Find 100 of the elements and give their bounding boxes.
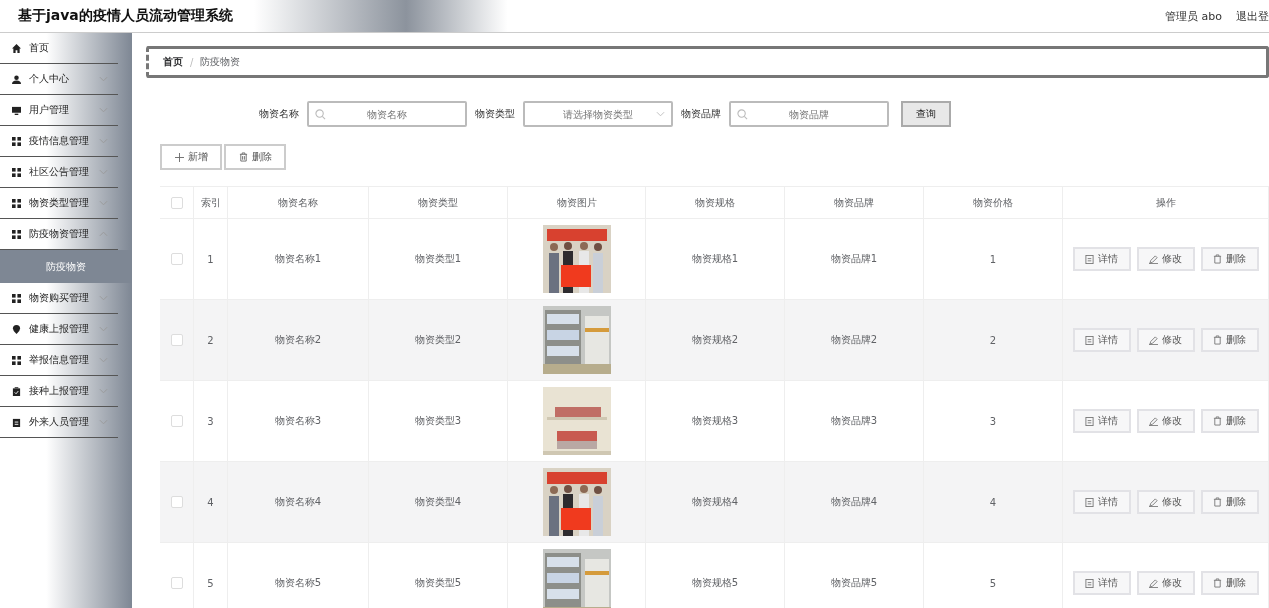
trash-icon	[1213, 578, 1222, 588]
pencil-icon	[1149, 254, 1158, 264]
menu-item[interactable]: 物资类型管理	[0, 188, 118, 219]
menu-item[interactable]: 接种上报管理	[0, 376, 118, 407]
table-cell: 物资规格5	[646, 543, 785, 608]
search-button[interactable]: 查询	[900, 101, 951, 127]
menu-item[interactable]: 首页	[0, 33, 118, 64]
row-checkbox[interactable]	[170, 496, 183, 508]
delete-button[interactable]: 删除	[1200, 490, 1259, 514]
table-cell: 4	[924, 462, 1063, 542]
menu-item[interactable]: 外来人员管理	[0, 407, 118, 438]
breadcrumb-item[interactable]: 首页	[163, 55, 183, 69]
table-cell: 物资品牌1	[785, 219, 924, 299]
table-cell: 物资类型4	[369, 462, 508, 542]
menu-label: 健康上报管理	[29, 322, 90, 336]
table-cell: 物资品牌3	[785, 381, 924, 461]
select-all-checkbox[interactable]	[170, 196, 183, 209]
delete-button[interactable]: 删除	[1200, 409, 1259, 433]
menu-label: 举报信息管理	[29, 353, 90, 367]
menu-item[interactable]: 物资购买管理	[0, 283, 118, 314]
home-icon	[12, 43, 21, 53]
menu-item[interactable]: 疫情信息管理	[0, 126, 118, 157]
search-field[interactable]: 物资品牌	[728, 101, 889, 127]
menu-item[interactable]: 举报信息管理	[0, 345, 118, 376]
table-cell: 物资类型1	[369, 219, 508, 299]
edit-button[interactable]: 修改	[1136, 409, 1195, 433]
badge-icon	[12, 417, 21, 427]
table-cell: 2	[194, 300, 228, 380]
chevron-icon	[99, 357, 108, 363]
delete-button[interactable]: 删除	[224, 144, 286, 170]
breadcrumb-item: 防疫物资	[200, 55, 241, 69]
menu-label: 物资类型管理	[29, 196, 90, 210]
delete-button[interactable]: 删除	[1200, 247, 1259, 271]
menu-label: 社区公告管理	[29, 165, 90, 179]
add-button[interactable]: 新增	[160, 144, 222, 170]
select-field[interactable]: 请选择物资类型	[522, 101, 673, 127]
grid-icon	[12, 136, 21, 146]
edit-button[interactable]: 修改	[1136, 571, 1195, 595]
chevron-icon	[99, 200, 108, 206]
chevron-icon	[99, 326, 108, 332]
table-cell: 物资类型5	[369, 543, 508, 608]
menu-label: 接种上报管理	[29, 384, 90, 398]
submenu-item[interactable]: 防疫物资	[0, 250, 132, 283]
plus-icon	[174, 152, 184, 162]
row-checkbox[interactable]	[170, 577, 183, 589]
details-button[interactable]: 详情	[1072, 571, 1131, 595]
menu-item[interactable]: 用户管理	[0, 95, 118, 126]
table-cell: 物资规格2	[646, 300, 785, 380]
search-icon	[314, 109, 326, 120]
chevron-icon	[99, 169, 108, 175]
search-field[interactable]: 物资名称	[306, 101, 467, 127]
details-button[interactable]: 详情	[1072, 409, 1131, 433]
table-cell: 5	[194, 543, 228, 608]
field-label: 物资类型	[474, 107, 515, 121]
delete-button[interactable]: 删除	[1200, 571, 1259, 595]
pencil-icon	[1149, 497, 1158, 507]
details-button[interactable]: 详情	[1072, 490, 1131, 514]
table-cell: 物资名称5	[228, 543, 369, 608]
table-cell: 物资名称3	[228, 381, 369, 461]
column-header: 物资类型	[369, 187, 508, 218]
logout-link[interactable]: 退出登	[1236, 8, 1269, 24]
table-cell: 物资名称1	[228, 219, 369, 299]
menu-item[interactable]: 社区公告管理	[0, 157, 118, 188]
app-title: 基于java的疫情人员流动管理系统	[18, 7, 233, 25]
details-button[interactable]: 详情	[1072, 247, 1131, 271]
edit-button[interactable]: 修改	[1136, 247, 1195, 271]
column-header: 物资品牌	[785, 187, 924, 218]
document-icon	[1085, 416, 1094, 426]
pin-icon	[12, 324, 21, 334]
table-cell: 5	[924, 543, 1063, 608]
trash-icon	[1213, 254, 1222, 264]
monitor-icon	[12, 105, 21, 115]
trash-icon	[1213, 497, 1222, 507]
document-icon	[1085, 254, 1094, 264]
chevron-icon	[99, 138, 108, 144]
menu-item[interactable]: 个人中心	[0, 64, 118, 95]
table-cell: 物资品牌4	[785, 462, 924, 542]
field-label: 物资名称	[258, 107, 299, 121]
row-checkbox[interactable]	[170, 415, 183, 427]
chevron-icon	[99, 107, 108, 113]
chevron-icon	[99, 76, 108, 82]
trash-icon	[238, 152, 248, 162]
chevron-icon	[99, 388, 108, 394]
edit-button[interactable]: 修改	[1136, 328, 1195, 352]
table-cell: 3	[194, 381, 228, 461]
edit-button[interactable]: 修改	[1136, 490, 1195, 514]
row-checkbox[interactable]	[170, 253, 183, 265]
menu-item[interactable]: 健康上报管理	[0, 314, 118, 345]
column-header: 索引	[194, 187, 228, 218]
document-icon	[1085, 497, 1094, 507]
details-button[interactable]: 详情	[1072, 328, 1131, 352]
menu-label: 疫情信息管理	[29, 134, 90, 148]
menu-label: 外来人员管理	[29, 415, 90, 429]
delete-button[interactable]: 删除	[1200, 328, 1259, 352]
trash-icon	[1213, 335, 1222, 345]
user-icon	[12, 74, 21, 84]
table-cell: 物资规格4	[646, 462, 785, 542]
chevron-icon	[99, 231, 108, 237]
row-checkbox[interactable]	[170, 334, 183, 346]
menu-label: 防疫物资管理	[29, 227, 90, 241]
